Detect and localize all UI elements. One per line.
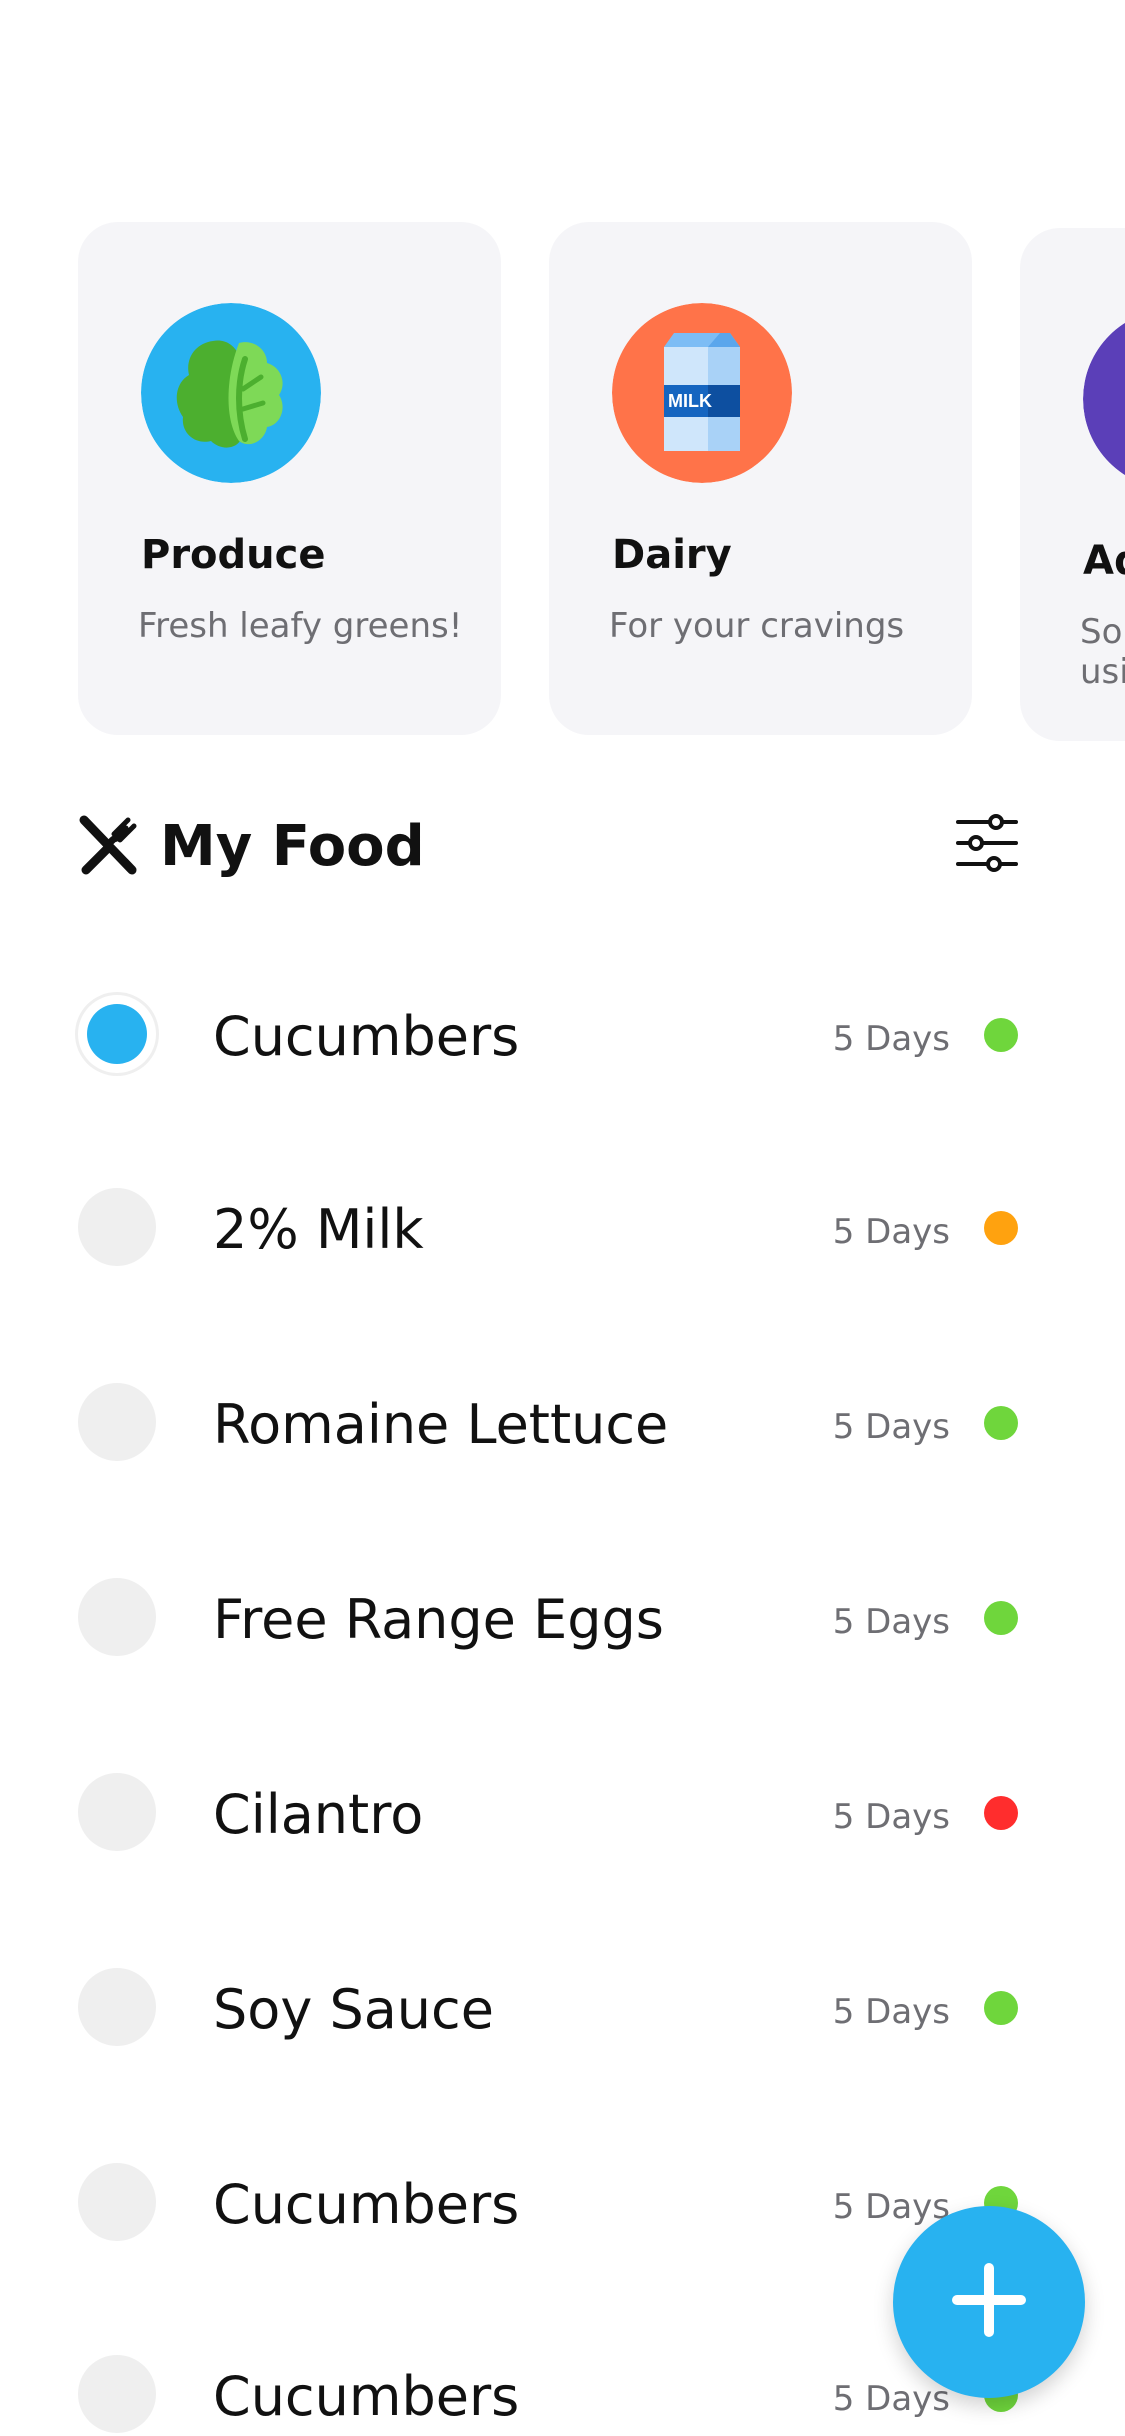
- item-checkbox[interactable]: [78, 1383, 156, 1461]
- status-dot: [984, 1991, 1018, 2025]
- section-title: My Food: [160, 814, 425, 879]
- status-dot: [984, 1406, 1018, 1440]
- list-item[interactable]: Cilantro 5 Days: [0, 1753, 1125, 1873]
- item-name: Soy Sauce: [213, 1978, 494, 2041]
- category-carousel[interactable]: Produce Fresh leafy greens! MILK Dairy F…: [78, 222, 1125, 741]
- add-food-button[interactable]: [893, 2206, 1085, 2398]
- category-card-partial[interactable]: Ad So usi: [1020, 228, 1125, 741]
- item-checkbox[interactable]: [78, 2355, 156, 2433]
- plus-icon: [951, 2262, 1027, 2342]
- milk-carton-icon: MILK: [612, 303, 792, 483]
- category-title: Ad: [1083, 538, 1125, 584]
- item-days: 5 Days: [832, 2187, 950, 2227]
- item-name: 2% Milk: [213, 1198, 424, 1261]
- svg-text:MILK: MILK: [668, 391, 712, 411]
- category-card-dairy[interactable]: MILK Dairy For your cravings: [549, 222, 972, 735]
- my-food-header: My Food: [78, 810, 1020, 880]
- utensils-icon: [78, 814, 138, 876]
- item-checkbox[interactable]: [78, 995, 156, 1073]
- item-checkbox[interactable]: [78, 1188, 156, 1266]
- list-item[interactable]: Cucumbers 5 Days: [0, 975, 1125, 1095]
- item-name: Cucumbers: [213, 1005, 520, 1068]
- item-checkbox[interactable]: [78, 1773, 156, 1851]
- item-days: 5 Days: [832, 1602, 950, 1642]
- item-days: 5 Days: [832, 1407, 950, 1447]
- item-name: Cucumbers: [213, 2365, 520, 2428]
- lettuce-icon: [141, 303, 321, 483]
- item-days: 5 Days: [832, 1019, 950, 1059]
- item-days: 5 Days: [832, 2379, 950, 2419]
- list-item[interactable]: 2% Milk 5 Days: [0, 1168, 1125, 1288]
- status-dot: [984, 1211, 1018, 1245]
- item-name: Free Range Eggs: [213, 1588, 664, 1651]
- sliders-icon[interactable]: [954, 810, 1020, 876]
- category-title: Dairy: [612, 532, 732, 578]
- item-name: Cilantro: [213, 1783, 424, 1846]
- item-days: 5 Days: [832, 1212, 950, 1252]
- status-dot: [984, 1796, 1018, 1830]
- status-dot: [984, 1601, 1018, 1635]
- category-subtitle: For your cravings: [609, 606, 905, 646]
- list-item[interactable]: Romaine Lettuce 5 Days: [0, 1363, 1125, 1483]
- item-days: 5 Days: [832, 1797, 950, 1837]
- item-checkbox[interactable]: [78, 1578, 156, 1656]
- category-title: Produce: [141, 532, 326, 578]
- category-subtitle: Fresh leafy greens!: [138, 606, 463, 646]
- category-icon: [1083, 309, 1125, 489]
- app-screen: Produce Fresh leafy greens! MILK Dairy F…: [0, 0, 1125, 2436]
- list-item[interactable]: Free Range Eggs 5 Days: [0, 1558, 1125, 1678]
- category-subtitle: So usi: [1080, 612, 1125, 692]
- item-name: Romaine Lettuce: [213, 1393, 669, 1456]
- item-checkbox[interactable]: [78, 1968, 156, 2046]
- item-checkbox[interactable]: [78, 2163, 156, 2241]
- list-item[interactable]: Soy Sauce 5 Days: [0, 1948, 1125, 2068]
- item-days: 5 Days: [832, 1992, 950, 2032]
- status-dot: [984, 1018, 1018, 1052]
- category-card-produce[interactable]: Produce Fresh leafy greens!: [78, 222, 501, 735]
- item-name: Cucumbers: [213, 2173, 520, 2236]
